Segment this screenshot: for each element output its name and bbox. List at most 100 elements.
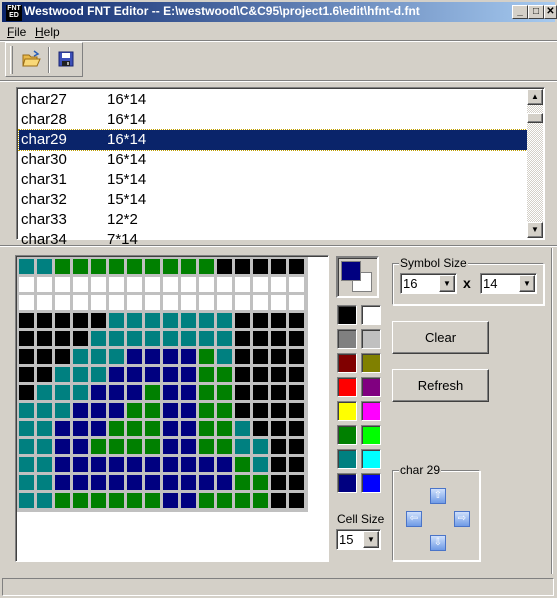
pixel-cell[interactable] [127, 457, 142, 472]
pixel-cell[interactable] [235, 457, 250, 472]
pixel-cell[interactable] [127, 385, 142, 400]
pixel-cell[interactable] [217, 493, 232, 508]
pixel-cell[interactable] [289, 259, 304, 274]
pixel-cell[interactable] [181, 277, 196, 292]
pixel-cell[interactable] [73, 385, 88, 400]
pixel-cell[interactable] [73, 439, 88, 454]
pixel-cell[interactable] [73, 367, 88, 382]
pixel-cell[interactable] [181, 367, 196, 382]
pixel-cell[interactable] [163, 493, 178, 508]
pixel-cell[interactable] [217, 367, 232, 382]
pixel-cell[interactable] [55, 295, 70, 310]
pixel-cell[interactable] [289, 421, 304, 436]
chevron-down-icon[interactable]: ▼ [363, 531, 379, 548]
pixel-cell[interactable] [55, 421, 70, 436]
pixel-cell[interactable] [235, 349, 250, 364]
pixel-cell[interactable] [163, 331, 178, 346]
pixel-cell[interactable] [163, 295, 178, 310]
pixel-cell[interactable] [253, 439, 268, 454]
pixel-cell[interactable] [55, 385, 70, 400]
shift-down-icon[interactable]: ⇩ [430, 535, 446, 551]
pixel-cell[interactable] [91, 295, 106, 310]
pixel-cell[interactable] [253, 493, 268, 508]
pixel-cell[interactable] [271, 439, 286, 454]
pixel-cell[interactable] [145, 259, 160, 274]
pixel-cell[interactable] [55, 313, 70, 328]
pixel-cell[interactable] [271, 331, 286, 346]
pixel-cell[interactable] [253, 367, 268, 382]
pixel-cell[interactable] [109, 277, 124, 292]
pixel-cell[interactable] [217, 331, 232, 346]
pixel-cell[interactable] [235, 295, 250, 310]
pixel-cell[interactable] [271, 259, 286, 274]
pixel-cell[interactable] [19, 457, 34, 472]
pixel-cell[interactable] [145, 493, 160, 508]
pixel-cell[interactable] [271, 277, 286, 292]
pixel-cell[interactable] [91, 367, 106, 382]
pixel-cell[interactable] [73, 331, 88, 346]
foreground-color-swatch[interactable] [341, 261, 361, 281]
pixel-grid[interactable] [17, 257, 308, 512]
pixel-cell[interactable] [109, 349, 124, 364]
pixel-cell[interactable] [289, 439, 304, 454]
palette-color-swatch[interactable] [361, 425, 381, 445]
pixel-cell[interactable] [55, 277, 70, 292]
pixel-cell[interactable] [181, 493, 196, 508]
pixel-cell[interactable] [91, 493, 106, 508]
pixel-cell[interactable] [199, 277, 214, 292]
pixel-cell[interactable] [217, 457, 232, 472]
pixel-cell[interactable] [199, 295, 214, 310]
palette-color-swatch[interactable] [337, 449, 357, 469]
shift-left-icon[interactable]: ⇦ [406, 511, 422, 527]
pixel-cell[interactable] [271, 313, 286, 328]
pixel-cell[interactable] [145, 403, 160, 418]
pixel-cell[interactable] [289, 475, 304, 490]
pixel-cell[interactable] [37, 367, 52, 382]
pixel-cell[interactable] [127, 277, 142, 292]
pixel-cell[interactable] [289, 493, 304, 508]
pixel-cell[interactable] [181, 421, 196, 436]
pixel-cell[interactable] [145, 349, 160, 364]
pixel-cell[interactable] [271, 457, 286, 472]
pixel-cell[interactable] [145, 439, 160, 454]
maximize-button[interactable]: □ [528, 5, 544, 19]
palette-color-swatch[interactable] [337, 305, 357, 325]
pixel-cell[interactable] [19, 385, 34, 400]
pixel-cell[interactable] [55, 439, 70, 454]
pixel-cell[interactable] [37, 313, 52, 328]
pixel-cell[interactable] [73, 259, 88, 274]
pixel-cell[interactable] [91, 277, 106, 292]
pixel-cell[interactable] [145, 457, 160, 472]
pixel-cell[interactable] [271, 349, 286, 364]
pixel-cell[interactable] [109, 367, 124, 382]
pixel-cell[interactable] [127, 439, 142, 454]
pixel-cell[interactable] [181, 259, 196, 274]
pixel-cell[interactable] [235, 331, 250, 346]
pixel-cell[interactable] [91, 403, 106, 418]
pixel-cell[interactable] [55, 493, 70, 508]
pixel-cell[interactable] [91, 385, 106, 400]
clear-button[interactable]: Clear [392, 321, 489, 354]
pixel-cell[interactable] [19, 493, 34, 508]
palette-color-swatch[interactable] [337, 401, 357, 421]
pixel-cell[interactable] [199, 421, 214, 436]
pixel-cell[interactable] [109, 295, 124, 310]
palette-color-swatch[interactable] [361, 401, 381, 421]
pixel-cell[interactable] [163, 277, 178, 292]
pixel-cell[interactable] [217, 313, 232, 328]
pixel-cell[interactable] [289, 295, 304, 310]
pixel-cell[interactable] [199, 349, 214, 364]
pixel-cell[interactable] [181, 295, 196, 310]
pixel-cell[interactable] [55, 331, 70, 346]
pixel-cell[interactable] [91, 259, 106, 274]
pixel-cell[interactable] [19, 475, 34, 490]
pixel-cell[interactable] [163, 403, 178, 418]
pixel-cell[interactable] [37, 259, 52, 274]
save-button[interactable] [58, 51, 74, 67]
pixel-cell[interactable] [217, 421, 232, 436]
pixel-cell[interactable] [253, 457, 268, 472]
pixel-cell[interactable] [91, 421, 106, 436]
pixel-cell[interactable] [37, 403, 52, 418]
palette-color-swatch[interactable] [337, 377, 357, 397]
pixel-cell[interactable] [55, 349, 70, 364]
